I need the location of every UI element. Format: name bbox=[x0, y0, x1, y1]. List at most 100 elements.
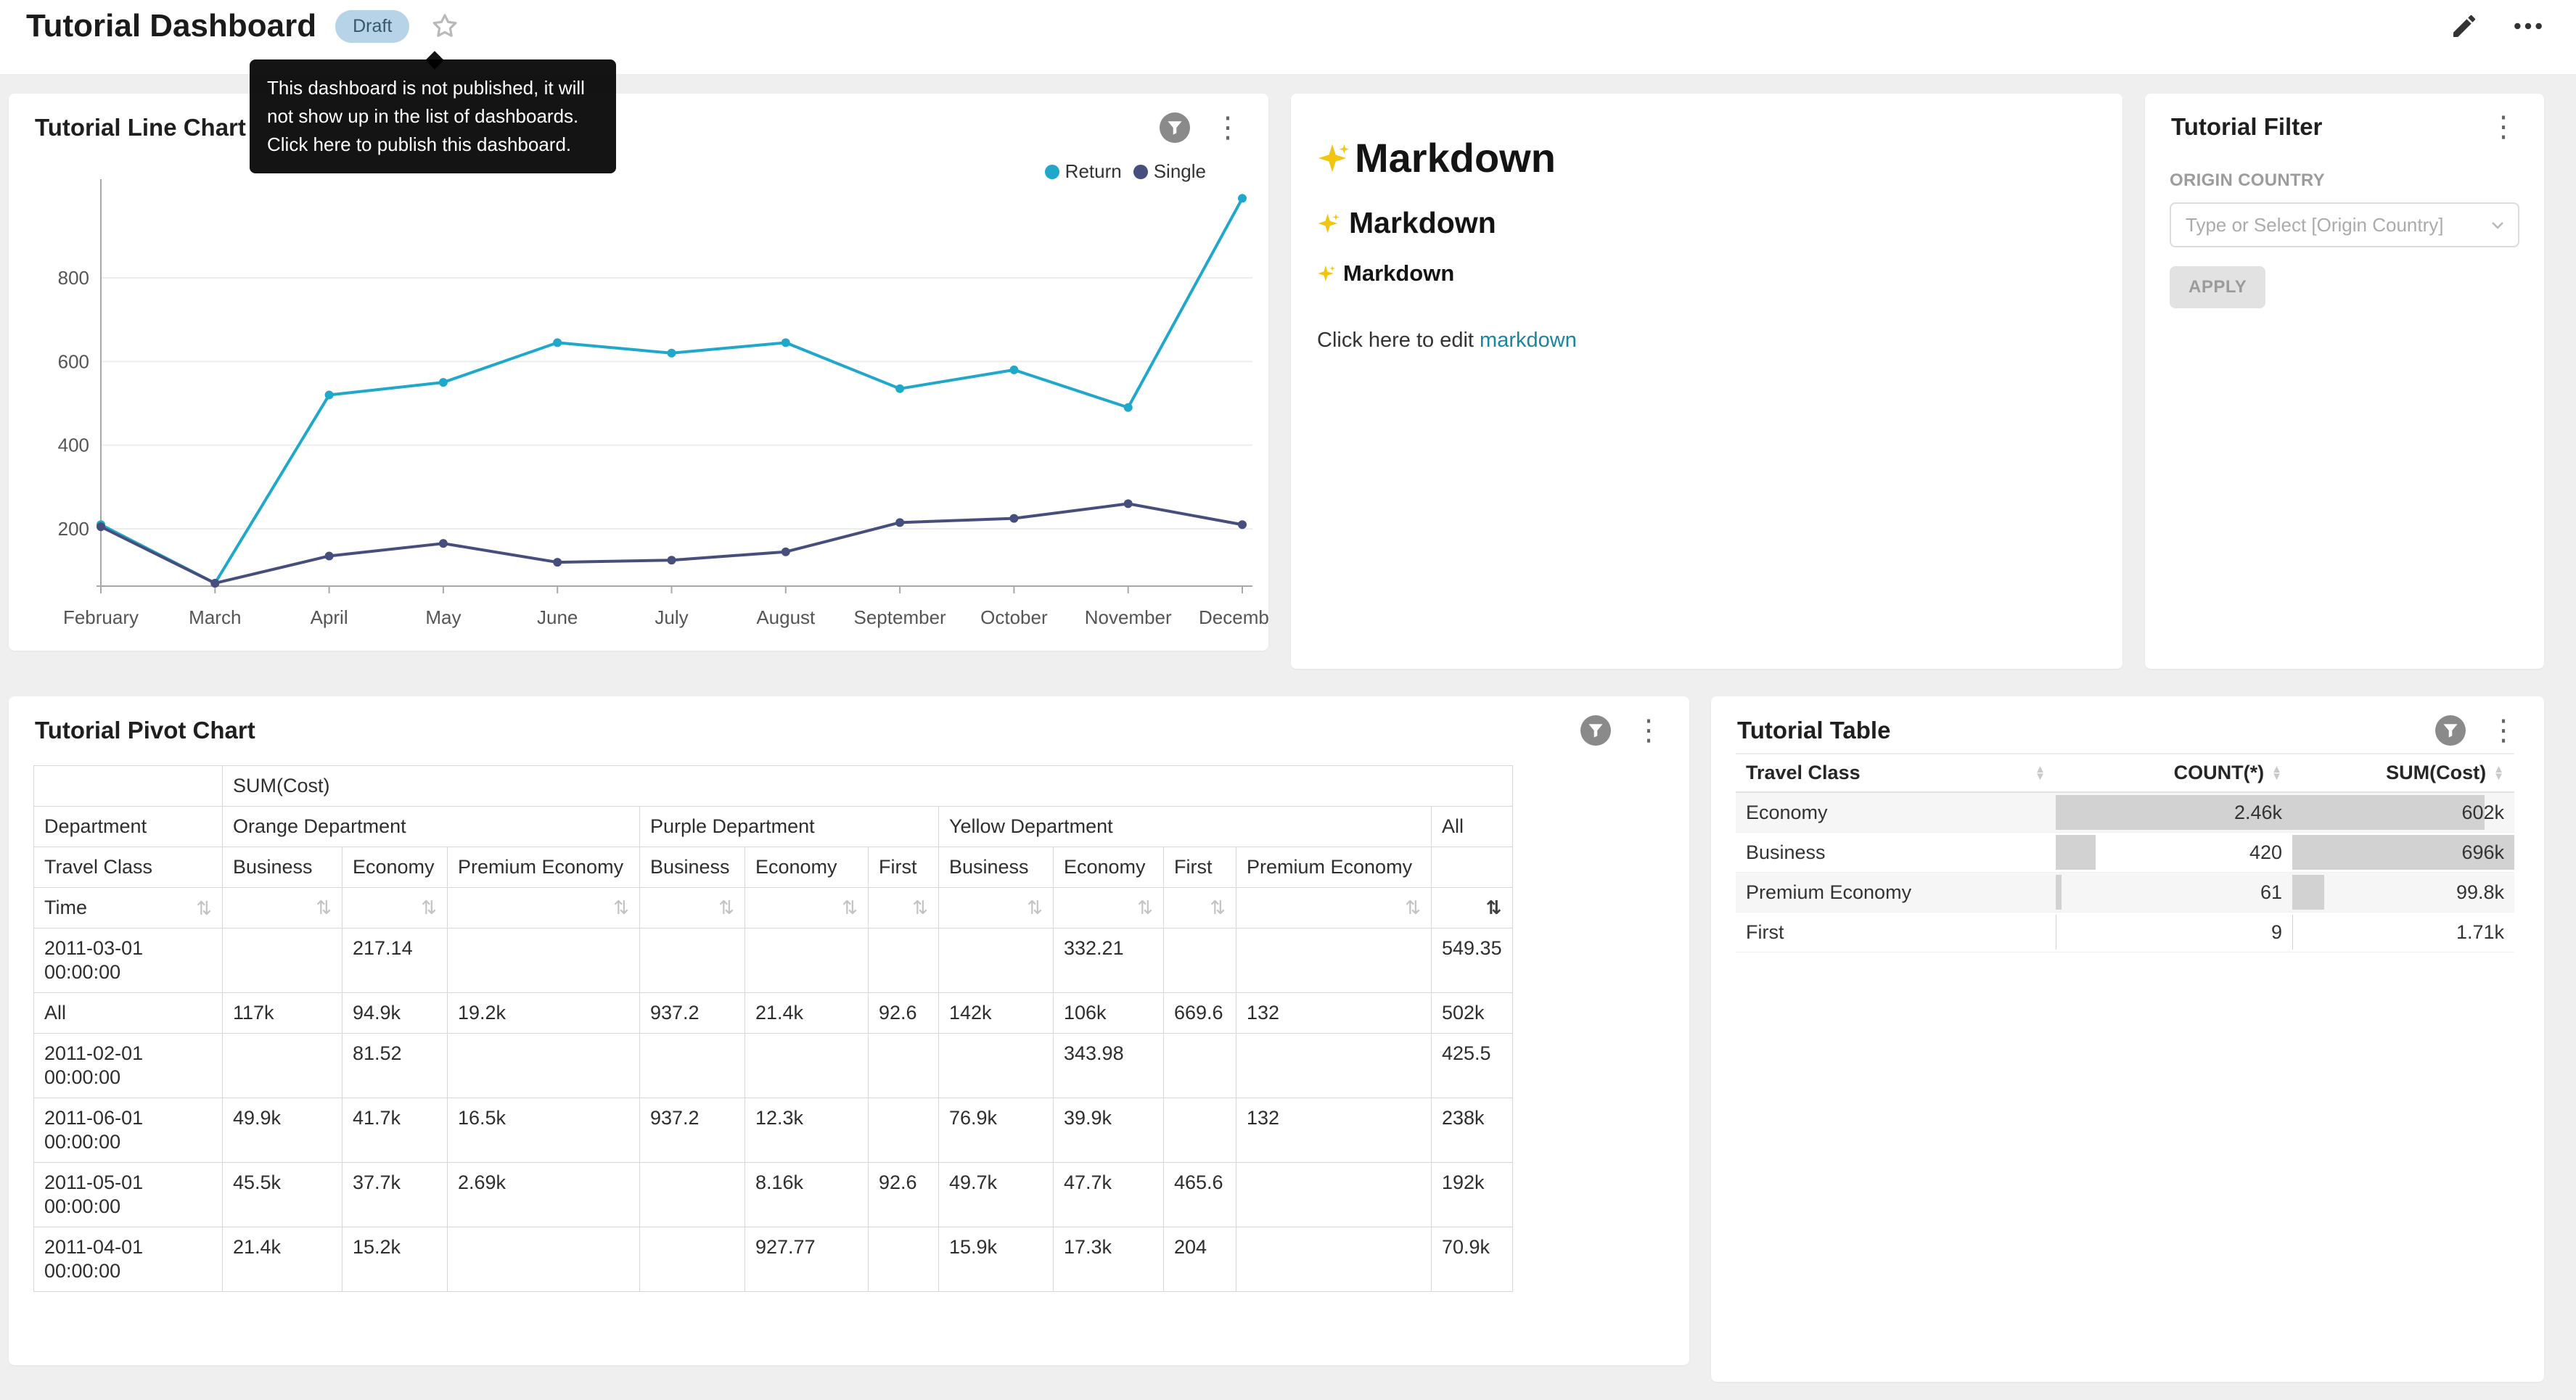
pivot-value-cell: 425.5 bbox=[1432, 1034, 1513, 1098]
markdown-edit-link[interactable]: markdown bbox=[1480, 329, 1577, 352]
draft-badge[interactable]: Draft bbox=[335, 10, 409, 43]
svg-text:December: December bbox=[1199, 606, 1268, 628]
pivot-value-cell bbox=[1236, 1227, 1432, 1292]
sort-carets-icon[interactable]: ▲▼ bbox=[2271, 766, 2282, 780]
markdown-h1-text: Markdown bbox=[1355, 134, 1556, 181]
sort-desc-active-icon[interactable]: ⇅ bbox=[1486, 897, 1502, 918]
pivot-sort-cell: ⇅ bbox=[869, 888, 939, 928]
pivot-row: 2011-06-01 00:00:0049.9k41.7k16.5k937.21… bbox=[34, 1098, 1513, 1163]
sort-icon[interactable]: ⇅ bbox=[421, 897, 437, 918]
pivot-value-cell bbox=[640, 928, 745, 993]
pivot-value-cell: 37.7k bbox=[342, 1163, 448, 1227]
svg-text:400: 400 bbox=[58, 435, 89, 456]
svg-text:600: 600 bbox=[58, 350, 89, 372]
sort-carets-icon[interactable]: ▲▼ bbox=[2035, 766, 2046, 780]
pivot-sort-cell: ⇅ bbox=[1432, 888, 1513, 928]
kebab-menu-icon[interactable]: ⋮ bbox=[1207, 113, 1248, 142]
pivot-row: All117k94.9k19.2k937.221.4k92.6142k106k6… bbox=[34, 993, 1513, 1034]
pivot-row-header: 2011-04-01 00:00:00 bbox=[34, 1227, 223, 1292]
svg-text:February: February bbox=[63, 606, 139, 628]
legend-item-return[interactable]: Return bbox=[1045, 160, 1122, 183]
svg-text:August: August bbox=[756, 606, 816, 628]
filter-count-icon[interactable] bbox=[1580, 715, 1611, 746]
svg-text:April: April bbox=[311, 606, 348, 628]
legend-dot bbox=[1133, 165, 1148, 179]
filter-count-icon[interactable] bbox=[2435, 715, 2466, 746]
line-chart-legend: Return Single bbox=[1033, 160, 1206, 183]
markdown-card: Markdown Markdown Markdown Click here to… bbox=[1291, 94, 2122, 669]
table-row: First91.71k bbox=[1736, 913, 2514, 952]
kebab-menu-icon[interactable]: ⋮ bbox=[2483, 112, 2524, 141]
pivot-metric-label: SUM(Cost) bbox=[223, 766, 1513, 807]
pivot-value-cell bbox=[745, 928, 869, 993]
legend-item-single[interactable]: Single bbox=[1133, 160, 1206, 183]
cell-bar bbox=[2292, 915, 2293, 950]
ellipsis-menu-icon[interactable] bbox=[2512, 10, 2544, 42]
kebab-menu-icon[interactable]: ⋮ bbox=[2483, 716, 2524, 745]
sum-cell: 1.71k bbox=[2292, 913, 2514, 952]
sort-icon[interactable]: ⇅ bbox=[1210, 897, 1226, 918]
pivot-value-cell bbox=[1236, 1034, 1432, 1098]
markdown-paragraph-text: Click here to edit bbox=[1317, 329, 1480, 352]
count-cell: 2.46k bbox=[2056, 792, 2292, 833]
pivot-value-cell: 192k bbox=[1432, 1163, 1513, 1227]
svg-text:September: September bbox=[854, 606, 947, 628]
pivot-dimension-label: Travel Class bbox=[34, 847, 223, 888]
table-row: Business420696k bbox=[1736, 833, 2514, 873]
column-header-travel-class[interactable]: Travel Class▲▼ bbox=[1736, 754, 2056, 792]
sort-icon[interactable]: ⇅ bbox=[316, 897, 332, 918]
filter-body: ORIGIN COUNTRY Type or Select [Origin Co… bbox=[2170, 170, 2519, 308]
chart-title: Tutorial Line Chart bbox=[35, 114, 246, 141]
sum-cell: 696k bbox=[2292, 833, 2514, 873]
edit-pencil-icon[interactable] bbox=[2450, 12, 2479, 41]
pivot-row: 2011-03-01 00:00:00217.14332.21549.35 bbox=[34, 928, 1513, 993]
sort-icon[interactable]: ⇅ bbox=[1405, 897, 1421, 918]
pivot-value-cell: 92.6 bbox=[869, 993, 939, 1034]
sort-icon[interactable]: ⇅ bbox=[842, 897, 858, 918]
pivot-row-header: 2011-06-01 00:00:00 bbox=[34, 1098, 223, 1163]
sort-icon[interactable]: ⇅ bbox=[1137, 897, 1153, 918]
table-row: Premium Economy6199.8k bbox=[1736, 873, 2514, 913]
kebab-menu-icon[interactable]: ⋮ bbox=[1628, 716, 1669, 745]
apply-button[interactable]: APPLY bbox=[2170, 266, 2265, 308]
pivot-sort-cell: ⇅ bbox=[1164, 888, 1236, 928]
sort-icon[interactable]: ⇅ bbox=[613, 897, 629, 918]
sort-icon[interactable]: ⇅ bbox=[196, 899, 212, 918]
svg-text:200: 200 bbox=[58, 518, 89, 540]
star-icon[interactable] bbox=[431, 12, 459, 40]
travel-class-cell: Premium Economy bbox=[1736, 873, 2056, 913]
pivot-value-cell: 16.5k bbox=[448, 1098, 640, 1163]
select-placeholder: Type or Select [Origin Country] bbox=[2186, 214, 2443, 236]
filter-count-icon[interactable] bbox=[1160, 112, 1190, 143]
pivot-row-header: 2011-03-01 00:00:00 bbox=[34, 928, 223, 993]
column-header-sum-cost[interactable]: SUM(Cost)▲▼ bbox=[2292, 754, 2514, 792]
pivot-value-cell: 15.2k bbox=[342, 1227, 448, 1292]
filter-card-title: Tutorial Filter bbox=[2171, 113, 2322, 141]
table-card-title: Tutorial Table bbox=[1737, 717, 1890, 744]
pivot-value-cell: 937.2 bbox=[640, 993, 745, 1034]
legend-dot bbox=[1045, 165, 1059, 179]
sort-icon[interactable]: ⇅ bbox=[1027, 897, 1043, 918]
svg-text:800: 800 bbox=[58, 267, 89, 289]
pivot-col-header: Business bbox=[223, 847, 342, 888]
column-header-count[interactable]: COUNT(*)▲▼ bbox=[2056, 754, 2292, 792]
pivot-value-cell bbox=[223, 928, 342, 993]
count-cell: 9 bbox=[2056, 913, 2292, 952]
sort-icon[interactable]: ⇅ bbox=[912, 897, 928, 918]
pivot-value-cell: 92.6 bbox=[869, 1163, 939, 1227]
pivot-col-header: Premium Economy bbox=[448, 847, 640, 888]
pivot-sort-cell: ⇅ bbox=[1236, 888, 1432, 928]
line-chart-card: Tutorial Line Chart ⋮ Return Single 200 40… bbox=[9, 94, 1268, 651]
pivot-value-cell bbox=[1236, 928, 1432, 993]
pivot-value-cell bbox=[1164, 1034, 1236, 1098]
sort-carets-icon[interactable]: ▲▼ bbox=[2493, 766, 2504, 780]
sort-icon[interactable]: ⇅ bbox=[718, 897, 734, 918]
pivot-value-cell: 238k bbox=[1432, 1098, 1513, 1163]
chevron-down-icon bbox=[2489, 216, 2506, 234]
origin-country-select[interactable]: Type or Select [Origin Country] bbox=[2170, 202, 2519, 247]
markdown-h3-text: Markdown bbox=[1343, 260, 1454, 287]
pivot-sort-cell: ⇅ bbox=[640, 888, 745, 928]
pivot-value-cell: 94.9k bbox=[342, 993, 448, 1034]
pivot-value-cell bbox=[223, 1034, 342, 1098]
markdown-h3: Markdown bbox=[1317, 260, 2093, 287]
